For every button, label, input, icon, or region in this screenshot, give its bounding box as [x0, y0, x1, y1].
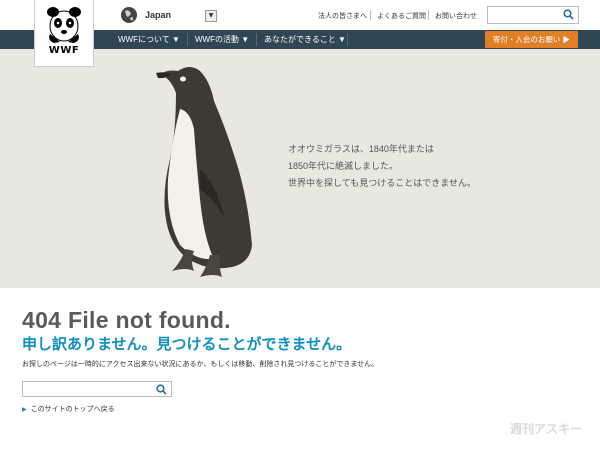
header-search-input[interactable] [487, 6, 579, 24]
wwf-logo[interactable]: WWF [34, 0, 94, 67]
back-to-top-label: このサイトのトップへ戻る [30, 406, 115, 413]
search-icon[interactable] [156, 384, 167, 395]
nav-divider [347, 33, 348, 46]
corporate-link[interactable]: 法人の皆さまへ [318, 11, 367, 21]
divider [428, 10, 429, 20]
nav-divider [256, 33, 257, 46]
nav-divider [187, 33, 188, 46]
hero-banner: オオウミガラスは、1840年代または 1850年代に絶滅しました。 世界中を探し… [0, 49, 600, 288]
donate-button[interactable]: 寄付・入会のお願い ▶ [484, 31, 578, 48]
divider [370, 10, 371, 20]
nav-what-you-can-do[interactable]: あなたができること ▼ [258, 30, 352, 49]
search-icon[interactable] [563, 9, 574, 20]
panda-icon [47, 7, 81, 43]
error-title: 404 File not found. [22, 307, 231, 333]
hero-line: オオウミガラスは、1840年代または [288, 144, 434, 154]
nav-about[interactable]: WWFについて ▼ [112, 30, 186, 49]
nav-activities[interactable]: WWFの活動 ▼ [189, 30, 255, 49]
arrow-right-icon: ▶ [22, 407, 27, 413]
country-dropdown[interactable]: ▼ [205, 10, 217, 22]
top-header: WWF Japan ▼ 法人の皆さまへ よくあるご質問 お問い合わせ [0, 0, 600, 67]
globe-icon [121, 7, 137, 23]
faq-link[interactable]: よくあるご質問 [377, 11, 426, 21]
hero-line: 世界中を探しても見つけることはできません。 [288, 178, 477, 188]
country-label: Japan [145, 10, 172, 20]
error-subtitle: 申し訳ありません。見つけることができません。 [22, 336, 352, 353]
hero-message: オオウミガラスは、1840年代または 1850年代に絶滅しました。 世界中を探し… [288, 141, 476, 192]
back-to-top-link[interactable]: ▶ このサイトのトップへ戻る [22, 404, 115, 414]
search-input[interactable] [22, 381, 172, 397]
contact-link[interactable]: お問い合わせ [435, 11, 477, 21]
hero-line: 1850年代に絶滅しました。 [288, 161, 399, 171]
brand-label: WWF [48, 45, 80, 56]
error-message: お探しのページは一時的にアクセス出来ない状況にあるか、もしくは移動、削除され見つ… [22, 361, 379, 368]
watermark: 週刊アスキー [509, 422, 582, 436]
